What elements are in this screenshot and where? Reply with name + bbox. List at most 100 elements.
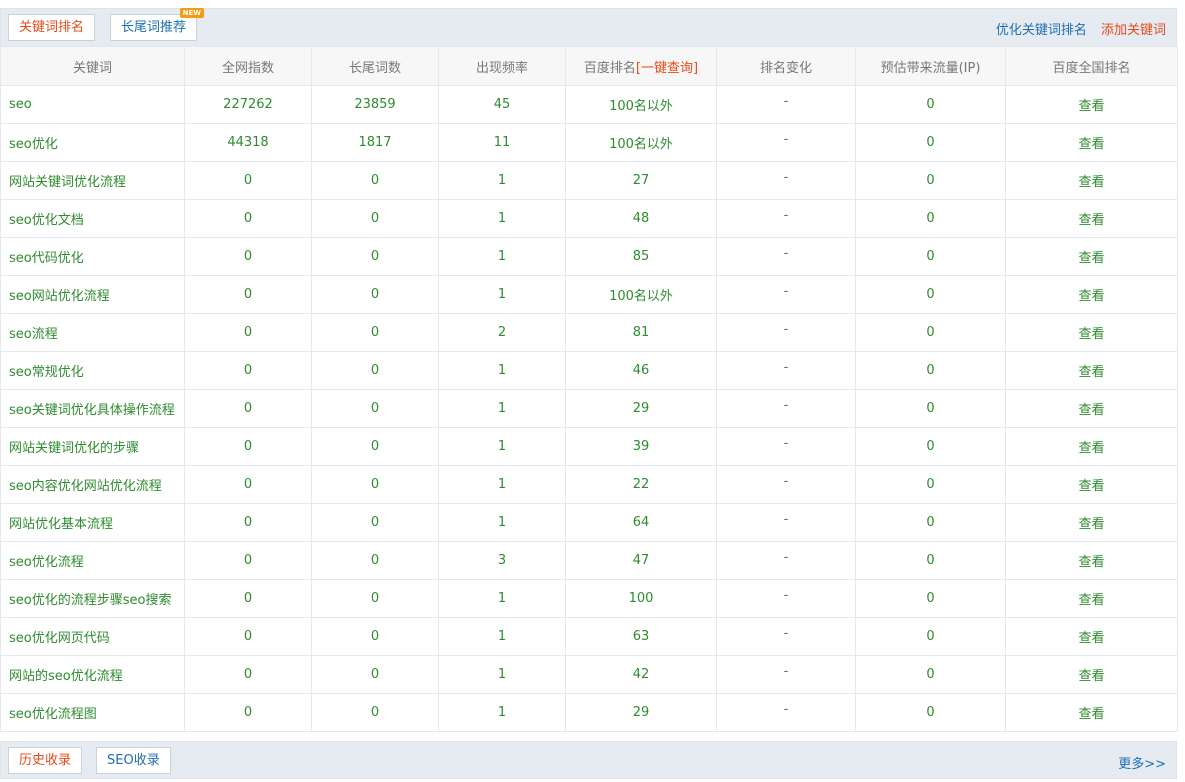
keyword-cell[interactable]: 网站优化基本流程 [0,503,185,542]
view-link[interactable]: 查看 [1005,161,1178,200]
header-baidu-rank: 百度排名[一键查询] [565,46,717,86]
change-cell: - [716,313,856,352]
frequency-cell: 1 [438,161,566,200]
tab-seo-index[interactable]: SEO收录 [96,747,171,774]
view-link[interactable]: 查看 [1005,313,1178,352]
frequency-cell: 1 [438,579,566,618]
index-cell: 227262 [184,85,312,124]
table-row: seo网站优化流程 0 0 1 100名以外 -0 查看 [0,275,1178,314]
index-cell: 0 [184,655,312,694]
table-row: seo代码优化 0 0 1 85-0 查看 [0,237,1178,276]
keyword-cell[interactable]: seo流程 [0,313,185,352]
one-click-query-link[interactable]: [一键查询] [636,61,698,76]
keyword-cell[interactable]: seo [0,85,185,124]
keyword-cell[interactable]: seo优化网页代码 [0,617,185,656]
keyword-cell[interactable]: seo内容优化网站优化流程 [0,465,185,504]
tab-keyword-ranking[interactable]: 关键词排名 [8,14,96,41]
change-cell: - [716,199,856,238]
change-cell: - [716,237,856,276]
change-cell: - [716,617,856,656]
keyword-cell[interactable]: seo关键词优化具体操作流程 [0,389,185,428]
optimize-ranking-link[interactable]: 优化关键词排名 [996,23,1087,38]
index-cell: 0 [184,427,312,466]
keyword-cell[interactable]: seo优化文档 [0,199,185,238]
top-links: 优化关键词排名 添加关键词 [986,19,1166,38]
rank-cell: 29 [565,693,717,732]
keyword-cell[interactable]: seo代码优化 [0,237,185,276]
header-change: 排名变化 [716,46,856,86]
header-frequency: 出现频率 [438,46,566,86]
keyword-cell[interactable]: 网站的seo优化流程 [0,655,185,694]
frequency-cell: 11 [438,123,566,162]
frequency-cell: 2 [438,313,566,352]
change-cell: - [716,655,856,694]
view-link[interactable]: 查看 [1005,389,1178,428]
tab-longtail-recommend[interactable]: 长尾词推荐 NEW [110,8,205,41]
longtail-cell: 23859 [311,85,439,124]
traffic-cell: 0 [855,313,1006,352]
frequency-cell: 1 [438,617,566,656]
view-link[interactable]: 查看 [1005,237,1178,276]
view-link[interactable]: 查看 [1005,503,1178,542]
traffic-cell: 0 [855,123,1006,162]
view-link[interactable]: 查看 [1005,655,1178,694]
view-link[interactable]: 查看 [1005,465,1178,504]
more-link[interactable]: 更多>> [1118,753,1166,772]
indexing-toolbar: 历史收录 SEO收录 更多>> [0,741,1177,779]
view-link[interactable]: 查看 [1005,123,1178,162]
table-row: 网站的seo优化流程 0 0 1 42-0 查看 [0,655,1178,694]
view-link[interactable]: 查看 [1005,579,1178,618]
view-link[interactable]: 查看 [1005,693,1178,732]
view-link[interactable]: 查看 [1005,427,1178,466]
change-cell: - [716,351,856,390]
index-cell: 0 [184,351,312,390]
add-keyword-link[interactable]: 添加关键词 [1101,23,1166,38]
traffic-cell: 0 [855,541,1006,580]
view-link[interactable]: 查看 [1005,541,1178,580]
keyword-cell[interactable]: seo优化 [0,123,185,162]
rank-cell: 100 [565,579,717,618]
keyword-cell[interactable]: seo网站优化流程 [0,275,185,314]
table-row: 网站关键词优化流程 0 0 1 27-0 查看 [0,161,1178,200]
view-link[interactable]: 查看 [1005,199,1178,238]
rank-cell: 47 [565,541,717,580]
rank-cell: 100名以外 [565,123,717,162]
rank-cell: 46 [565,351,717,390]
traffic-cell: 0 [855,351,1006,390]
longtail-cell: 0 [311,351,439,390]
keyword-cell[interactable]: seo常规优化 [0,351,185,390]
keyword-cell[interactable]: seo优化的流程步骤seo搜索 [0,579,185,618]
rank-cell: 42 [565,655,717,694]
longtail-cell: 1817 [311,123,439,162]
keyword-cell[interactable]: seo优化流程 [0,541,185,580]
index-cell: 0 [184,199,312,238]
index-cell: 0 [184,465,312,504]
longtail-cell: 0 [311,541,439,580]
view-link[interactable]: 查看 [1005,85,1178,124]
keyword-cell[interactable]: seo优化流程图 [0,693,185,732]
frequency-cell: 3 [438,541,566,580]
frequency-cell: 1 [438,199,566,238]
rank-cell: 64 [565,503,717,542]
frequency-cell: 1 [438,237,566,276]
change-cell: - [716,389,856,428]
keyword-cell[interactable]: 网站关键词优化的步骤 [0,427,185,466]
view-link[interactable]: 查看 [1005,351,1178,390]
tab-longtail-label: 长尾词推荐 [121,20,187,35]
table-header-row: 关键词 全网指数 长尾词数 出现频率 百度排名[一键查询] 排名变化 预估带来流… [0,46,1178,86]
table-row: seo优化网页代码 0 0 1 63-0 查看 [0,617,1178,656]
keyword-cell[interactable]: 网站关键词优化流程 [0,161,185,200]
header-baidu-rank-label: 百度排名 [583,60,636,76]
change-cell: - [716,693,856,732]
traffic-cell: 0 [855,617,1006,656]
table-row: seo优化流程 0 0 3 47-0 查看 [0,541,1178,580]
index-cell: 0 [184,275,312,314]
view-link[interactable]: 查看 [1005,617,1178,656]
keyword-ranking-table: 关键词 全网指数 长尾词数 出现频率 百度排名[一键查询] 排名变化 预估带来流… [0,46,1178,732]
view-link[interactable]: 查看 [1005,275,1178,314]
longtail-cell: 0 [311,237,439,276]
frequency-cell: 1 [438,465,566,504]
traffic-cell: 0 [855,275,1006,314]
frequency-cell: 1 [438,351,566,390]
tab-history-index[interactable]: 历史收录 [8,747,83,774]
